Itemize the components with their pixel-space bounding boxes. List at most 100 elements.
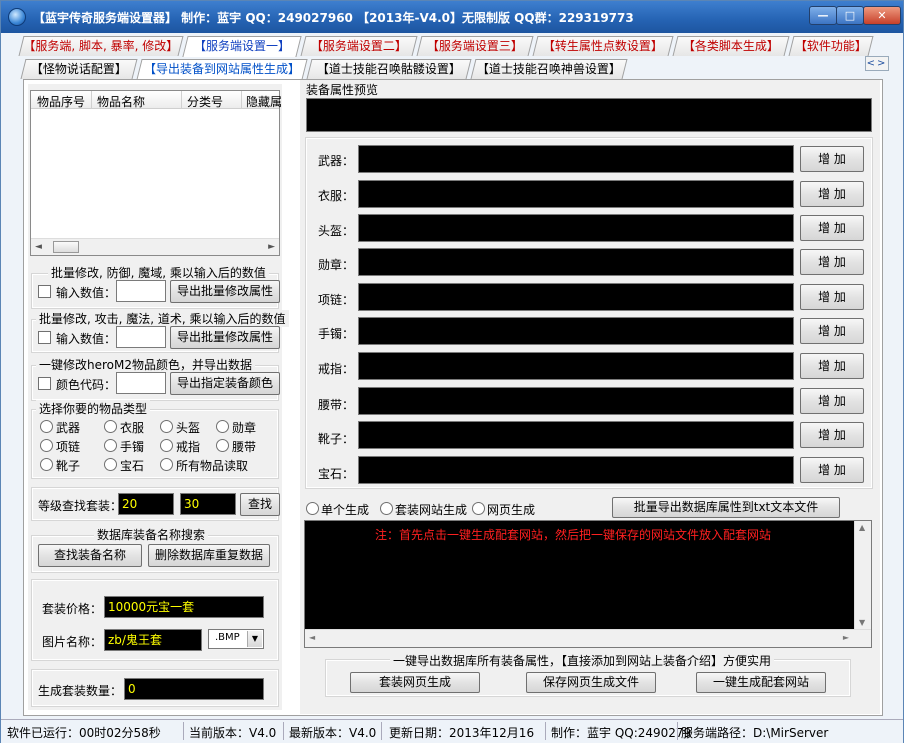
app-icon [8,8,26,26]
add-bracelet-button[interactable]: 增 加 [800,318,864,344]
tab-export-equipment-website[interactable]: 【导出装备到网站属性生成】 [136,59,308,80]
tab-software-features[interactable]: 【软件功能】 [788,36,874,56]
radio-medal[interactable] [216,420,229,433]
radio-all-items[interactable] [160,458,173,471]
output-hscrollbar[interactable]: ◄ ► [305,629,871,647]
radio-single-gen[interactable] [306,502,319,515]
column-item-id[interactable]: 物品序号 [37,93,85,110]
add-helmet-button[interactable]: 增 加 [800,215,864,241]
add-clothes-button[interactable]: 增 加 [800,181,864,207]
radio-webpage-gen[interactable] [472,502,485,515]
tab-taoist-skeleton[interactable]: 【道士技能召唤骷髅设置】 [306,59,472,79]
slot-helmet-field[interactable] [358,214,794,242]
slot-belt-field[interactable] [358,387,794,415]
image-ext-select[interactable]: .BMP ▼ [208,629,264,649]
image-name-input[interactable]: zb/鬼王套 [104,629,202,651]
export-color-button[interactable]: 导出指定装备颜色 [170,372,280,395]
one-click-gen-site-button[interactable]: 一键生成配套网站 [696,672,826,693]
level-search-button[interactable]: 查找 [240,493,280,516]
output-vscrollbar[interactable]: ▲ ▼ [854,521,871,629]
tab-server-script-droprate[interactable]: 【服务端, 脚本, 暴率, 修改】 [18,36,184,56]
tab-rebirth-attributes[interactable]: 【转生属性点数设置】 [532,36,674,56]
slot-medal-field[interactable] [358,248,794,276]
tab-taoist-divine-beast[interactable]: 【道士技能召唤神兽设置】 [470,59,628,79]
export-batch-defense-button[interactable]: 导出批量修改属性 [170,280,280,303]
slot-weapon-field[interactable] [358,145,794,173]
suit-webpage-gen-button[interactable]: 套装网页生成 [350,672,480,693]
add-gem-button[interactable]: 增 加 [800,457,864,483]
slot-bracelet-field[interactable] [358,317,794,345]
tab-monster-speech[interactable]: 【怪物说话配置】 [20,59,138,79]
radio-gem[interactable] [104,458,117,471]
slot-necklace-label: 项链： [318,293,355,307]
gen-count-input[interactable]: 0 [124,678,264,700]
radio-ring[interactable] [160,439,173,452]
scroll-right-icon[interactable]: ► [843,633,849,642]
title-bar[interactable]: 【蓝宇传奇服务端设置器】 制作：蓝宇 QQ：249027960 【2013年-V… [1,1,903,33]
color-group-title: 一键修改heroM2物品颜色，并导出数据 [36,356,255,373]
radio-suit-site-gen[interactable] [380,502,393,515]
add-belt-button[interactable]: 增 加 [800,388,864,414]
radio-ring-label: 戒指 [176,440,201,454]
color-code-input[interactable] [116,372,166,394]
item-table[interactable]: 物品序号 物品名称 分类号 隐藏属 ◄ ► [30,90,282,256]
color-checkbox[interactable] [38,377,51,390]
batch-attack-checkbox[interactable] [38,331,51,344]
output-textarea[interactable]: 注：首先点击一键生成配套网站，然后把一键保存的网站文件放入配套网站 ▲ ▼ ◄ … [304,520,872,648]
preview-box[interactable] [306,98,872,132]
save-webpage-file-button[interactable]: 保存网页生成文件 [526,672,656,693]
radio-weapon[interactable] [40,420,53,433]
scroll-up-icon[interactable]: ▲ [859,523,865,532]
column-item-name[interactable]: 物品名称 [97,93,145,110]
batch-defense-input[interactable] [116,280,166,302]
item-table-hscrollbar[interactable]: ◄ ► [31,238,279,255]
tab-server-settings-3[interactable]: 【服务端设置三】 [416,36,534,56]
slot-boots-field[interactable] [358,421,794,449]
radio-belt[interactable] [216,439,229,452]
add-medal-button[interactable]: 增 加 [800,249,864,275]
add-weapon-button[interactable]: 增 加 [800,146,864,172]
column-hidden-attr[interactable]: 隐藏属 [246,93,282,110]
batch-attack-input[interactable] [116,326,166,348]
chevron-down-icon[interactable]: ▼ [247,631,262,647]
scroll-left-icon[interactable]: ◄ [35,242,42,252]
column-category[interactable]: 分类号 [187,93,223,110]
tab-scroll-arrows[interactable]: <> [865,56,889,71]
radio-helmet[interactable] [160,420,173,433]
close-button[interactable]: ✕ [863,6,901,25]
scroll-right-icon[interactable]: ► [268,242,275,252]
find-equipment-name-button[interactable]: 查找装备名称 [38,544,142,567]
slot-clothes-field[interactable] [358,180,794,208]
scroll-left-icon[interactable]: ◄ [309,633,315,642]
slot-gem-label: 宝石： [318,467,355,481]
add-boots-button[interactable]: 增 加 [800,422,864,448]
scroll-down-icon[interactable]: ▼ [859,618,865,627]
status-update-date: 更新日期：2013年12月16 [389,726,535,740]
radio-bracelet[interactable] [104,439,117,452]
db-search-title: 数据库装备名称搜索 [94,526,209,543]
status-runtime: 软件已运行：00时02分58秒 [7,726,161,740]
add-ring-button[interactable]: 增 加 [800,353,864,379]
add-necklace-button[interactable]: 增 加 [800,284,864,310]
delete-duplicate-data-button[interactable]: 删除数据库重复数据 [148,544,270,567]
radio-clothes[interactable] [104,420,117,433]
tab-script-generation[interactable]: 【各类脚本生成】 [672,36,790,56]
slot-gem-field[interactable] [358,456,794,484]
tab-server-settings-1[interactable]: 【服务端设置一】 [182,36,302,57]
slot-ring-field[interactable] [358,352,794,380]
suit-price-input[interactable]: 10000元宝一套 [104,596,264,618]
maximize-button[interactable]: □ [836,6,864,25]
tab-server-settings-2[interactable]: 【服务端设置二】 [300,36,418,56]
tab-content-area: 物品序号 物品名称 分类号 隐藏属 ◄ ► 批量修改, 防御, 魔域, 乘以输入… [23,79,883,716]
radio-boots[interactable] [40,458,53,471]
minimize-button[interactable]: — [809,6,837,25]
level-to-input[interactable]: 30 [180,493,236,515]
export-db-to-txt-button[interactable]: 批量导出数据库属性到txt文本文件 [612,497,840,518]
export-batch-attack-button[interactable]: 导出批量修改属性 [170,326,280,349]
scroll-thumb[interactable] [53,241,79,253]
radio-boots-label: 靴子 [56,459,81,473]
slot-necklace-field[interactable] [358,283,794,311]
radio-necklace[interactable] [40,439,53,452]
level-from-input[interactable]: 20 [118,493,174,515]
batch-defense-checkbox[interactable] [38,285,51,298]
